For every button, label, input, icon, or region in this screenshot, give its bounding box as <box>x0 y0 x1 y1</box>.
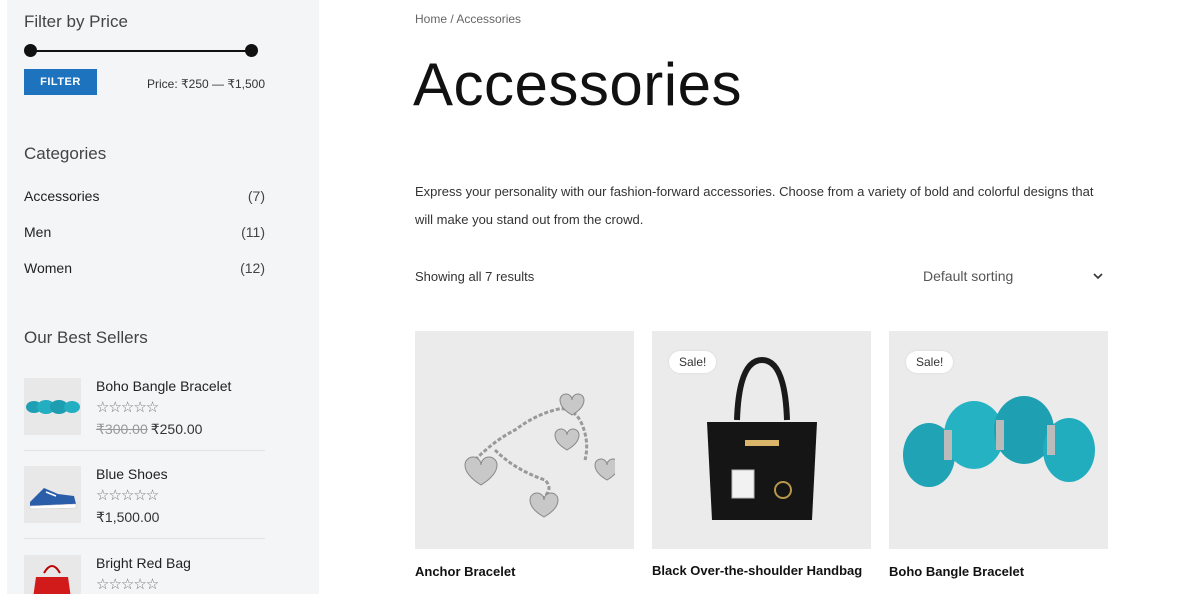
category-label[interactable]: Men <box>24 224 51 240</box>
old-price: ₹300.00 <box>96 421 148 437</box>
category-label[interactable]: Women <box>24 260 72 276</box>
turquoise-bangle-image <box>902 396 1095 487</box>
product-card[interactable]: Sale! Boho Bangle Bracelet <box>889 331 1108 580</box>
sort-dropdown[interactable]: Default sorting <box>923 262 1108 290</box>
breadcrumb[interactable]: Home / Accessories <box>415 12 521 26</box>
category-count: (11) <box>241 224 265 240</box>
categories-title: Categories <box>24 144 107 163</box>
filter-button[interactable]: FILTER <box>24 69 97 95</box>
category-label[interactable]: Accessories <box>24 188 99 204</box>
price-slider-max-handle[interactable] <box>245 44 258 57</box>
category-item-men[interactable]: Men (11) <box>24 224 265 240</box>
price-range-label: Price: ₹250 — ₹1,500 <box>147 77 265 91</box>
price-filter-title: Filter by Price <box>24 12 128 31</box>
page-title: Accessories <box>413 51 742 118</box>
result-count: Showing all 7 results <box>415 269 535 284</box>
black-handbag-image <box>706 356 817 520</box>
best-sellers-title: Our Best Sellers <box>24 328 148 347</box>
product-card[interactable]: Sale! Black Over-the-shoulder Handbag <box>652 331 871 579</box>
product-image[interactable]: Sale! <box>889 331 1108 549</box>
product-thumbnail[interactable] <box>24 466 81 523</box>
best-seller-name[interactable]: Blue Shoes <box>96 466 168 482</box>
shoe-thumbnail-icon <box>29 488 77 510</box>
category-count: (12) <box>240 260 265 276</box>
product-name[interactable]: Boho Bangle Bracelet <box>889 563 1108 580</box>
star-rating-icon: ☆☆☆☆☆ <box>96 576 159 593</box>
best-seller-name[interactable]: Bright Red Bag <box>96 555 191 571</box>
category-item-women[interactable]: Women (12) <box>24 260 265 276</box>
charm-bracelet-image <box>463 393 615 518</box>
best-seller-name[interactable]: Boho Bangle Bracelet <box>96 378 231 394</box>
sort-selected-value: Default sorting <box>923 268 1014 284</box>
best-seller-item[interactable]: Bright Red Bag ☆☆☆☆☆ <box>24 555 265 594</box>
category-description: Express your personality with our fashio… <box>415 184 1094 227</box>
red-bag-thumbnail-icon <box>33 565 71 594</box>
sale-price: ₹250.00 <box>150 421 203 437</box>
best-seller-item[interactable]: Boho Bangle Bracelet ☆☆☆☆☆ ₹300.00 ₹250.0… <box>24 378 265 451</box>
price-slider-track <box>30 50 252 52</box>
sale-badge: Sale! <box>906 351 954 373</box>
product-image[interactable]: Sale! <box>652 331 871 549</box>
star-rating-icon: ☆☆☆☆☆ <box>96 487 159 504</box>
product-name[interactable]: Anchor Bracelet <box>415 563 634 580</box>
price-range-slider[interactable] <box>24 44 258 58</box>
category-count: (7) <box>247 188 265 204</box>
product-name[interactable]: Black Over-the-shoulder Handbag <box>652 562 871 579</box>
best-seller-price: ₹1,500.00 <box>96 509 160 525</box>
product-image[interactable] <box>415 331 634 549</box>
chevron-down-icon <box>1093 273 1103 280</box>
bracelet-thumbnail-icon <box>26 400 80 414</box>
star-rating-icon: ☆☆☆☆☆ <box>96 399 159 416</box>
product-thumbnail[interactable] <box>24 555 81 594</box>
product-thumbnail[interactable] <box>24 378 81 435</box>
best-seller-item[interactable]: Blue Shoes ☆☆☆☆☆ ₹1,500.00 <box>24 466 265 539</box>
sidebar: Filter by Price FILTER Price: ₹250 — ₹1,… <box>7 0 319 594</box>
price-slider-min-handle[interactable] <box>24 44 37 57</box>
best-seller-price: ₹300.00 ₹250.00 <box>96 421 202 438</box>
product-card[interactable]: Anchor Bracelet <box>415 331 634 580</box>
category-item-accessories[interactable]: Accessories (7) <box>24 188 265 204</box>
sale-badge: Sale! <box>669 351 717 373</box>
